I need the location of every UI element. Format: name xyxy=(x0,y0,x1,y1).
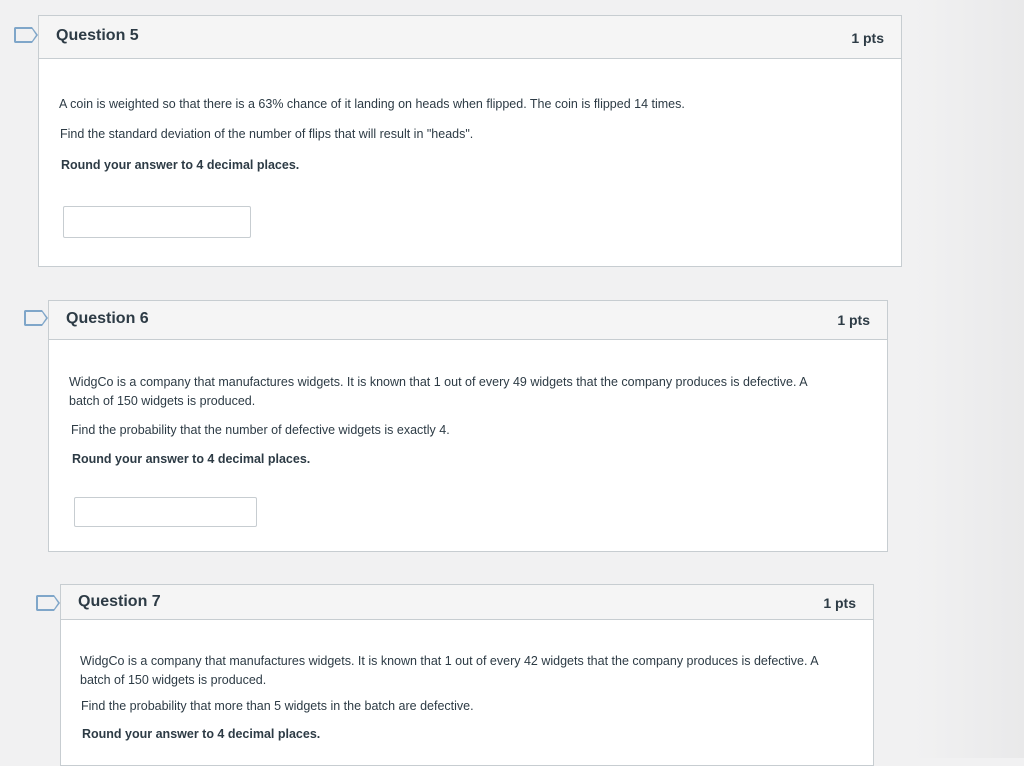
question-text: Find the probability that more than 5 wi… xyxy=(81,699,474,713)
answer-instruction: Round your answer to 4 decimal places. xyxy=(82,727,321,741)
answer-instruction: Round your answer to 4 decimal places. xyxy=(72,452,311,466)
question-title: Question 5 xyxy=(56,27,139,44)
flag-icon[interactable] xyxy=(36,595,60,611)
question-header: Question 6 1 pts xyxy=(49,301,887,340)
question-5: Question 5 1 pts A coin is weighted so t… xyxy=(38,15,902,267)
question-points: 1 pts xyxy=(837,312,870,328)
question-text: WidgCo is a company that manufactures wi… xyxy=(80,654,818,687)
answer-instruction: Round your answer to 4 decimal places. xyxy=(61,158,300,172)
question-points: 1 pts xyxy=(823,595,856,611)
question-text: Find the standard deviation of the numbe… xyxy=(60,127,474,141)
question-7: Question 7 1 pts WidgCo is a company tha… xyxy=(60,584,874,766)
question-text: WidgCo is a company that manufactures wi… xyxy=(69,375,807,408)
question-6: Question 6 1 pts WidgCo is a company tha… xyxy=(48,300,888,552)
background-shade xyxy=(914,0,1024,758)
flag-icon[interactable] xyxy=(24,310,48,326)
flag-icon[interactable] xyxy=(14,27,38,43)
question-title: Question 7 xyxy=(78,593,161,610)
question-title: Question 6 xyxy=(66,310,149,327)
question-text: A coin is weighted so that there is a 63… xyxy=(59,97,685,111)
question-header: Question 7 1 pts xyxy=(61,585,873,620)
question-header: Question 5 1 pts xyxy=(39,16,901,59)
question-text: Find the probability that the number of … xyxy=(71,423,450,437)
answer-input[interactable] xyxy=(63,206,251,238)
question-points: 1 pts xyxy=(851,30,884,46)
answer-input[interactable] xyxy=(74,497,257,527)
